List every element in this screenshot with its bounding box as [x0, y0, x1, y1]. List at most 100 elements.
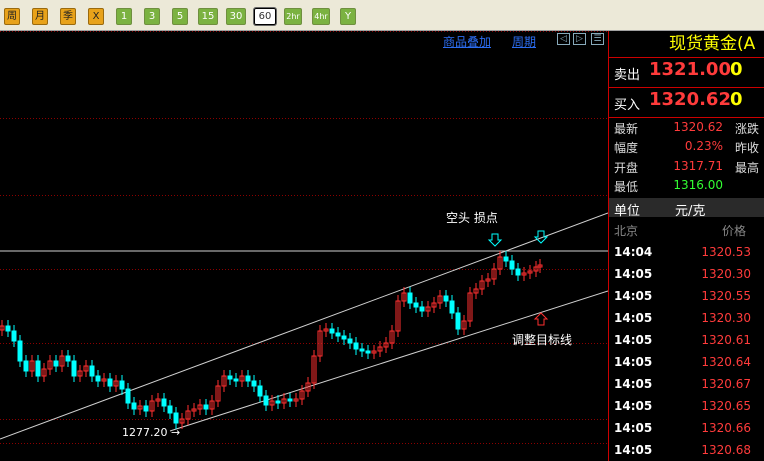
short-stop-annotation: 空头 损点: [446, 211, 498, 225]
tick-time: 14:05: [614, 267, 653, 281]
tick-price: 1320.65: [701, 399, 751, 413]
tick-time: 14:05: [614, 289, 653, 303]
tick-time: 14:05: [614, 377, 653, 391]
period-2hr-button[interactable]: 2hr: [284, 8, 302, 25]
city-label: 北京: [614, 224, 639, 238]
open-label: 开盘: [614, 161, 639, 175]
low-value-label: 1277.20 →: [122, 426, 180, 439]
range-value: 0.23%: [684, 139, 723, 153]
unit-label: 单位: [614, 204, 641, 219]
candle-body: [449, 300, 455, 314]
layout-icon[interactable]: ☰: [591, 33, 604, 45]
tick-time: 14:05: [614, 311, 653, 325]
candle-body: [227, 375, 233, 380]
adjust-target-annotation: 调整目标线: [512, 332, 572, 347]
candle-body: [353, 342, 359, 350]
tick-price: 1320.67: [701, 377, 751, 391]
tick-price: 1320.30: [701, 267, 751, 281]
candle-body: [509, 260, 515, 270]
stop-arrow-icon: [487, 233, 503, 247]
low-value: 1316.00: [673, 178, 723, 192]
candle-body: [347, 338, 353, 344]
tick-time: 14:05: [614, 443, 653, 457]
divider: [609, 57, 764, 58]
period-3-button[interactable]: 3: [144, 8, 160, 25]
buy-label: 买入: [614, 98, 641, 113]
tick-time: 14:05: [614, 421, 653, 435]
period-x-button[interactable]: X: [88, 8, 104, 25]
period-60-button[interactable]: 60: [253, 7, 277, 26]
candle-body: [131, 402, 137, 410]
sell-label: 卖出: [614, 68, 641, 83]
period-1-button[interactable]: 1: [116, 8, 132, 25]
period-toolbar: 周 月 季 X 1 3 5 15 30 60 2hr 4hr Y: [0, 0, 764, 31]
period-30-button[interactable]: 30: [226, 8, 246, 25]
candle-body: [275, 400, 281, 404]
tick-price: 1320.61: [701, 333, 751, 347]
candle-body: [245, 375, 251, 382]
candle-body: [359, 348, 365, 352]
candle-body: [257, 385, 263, 397]
target-arrow-icon: [533, 230, 549, 244]
candle-body: [125, 388, 131, 404]
candle-body: [233, 378, 239, 382]
unit-bar: 单位 元/克: [609, 198, 764, 219]
tick-time: 14:05: [614, 399, 653, 413]
candle-body: [335, 332, 341, 337]
prev-close-label: 昨收: [735, 141, 760, 155]
open-value: 1317.71: [673, 159, 723, 173]
kline-chart[interactable]: 空头 损点调整目标线 1277.20 → 商品叠加 周期 ◁ ▷ ☰: [0, 31, 608, 461]
candle-body: [365, 350, 371, 354]
period-15-button[interactable]: 15: [198, 8, 218, 25]
candle-body: [413, 302, 419, 308]
range-label: 幅度: [614, 141, 639, 155]
scroll-right-icon[interactable]: ▷: [573, 33, 586, 45]
tick-price: 1320.53: [701, 245, 751, 259]
scroll-left-icon[interactable]: ◁: [557, 33, 570, 45]
price-header: 价格: [722, 224, 747, 238]
candle-body: [65, 355, 71, 362]
period-week-button[interactable]: 周: [4, 8, 20, 25]
candle-body: [17, 340, 23, 362]
candle-body: [95, 375, 101, 382]
candle-body: [515, 268, 521, 276]
candle-body: [5, 325, 11, 332]
candle-body: [71, 360, 77, 377]
candle-body: [407, 292, 413, 304]
candle-body: [443, 295, 449, 302]
high-label: 最高: [735, 161, 760, 175]
instrument-title: 现货黄金(A: [669, 34, 756, 54]
candle-body: [263, 395, 269, 406]
period-4hr-button[interactable]: 4hr: [312, 8, 330, 25]
buy-volume: 0: [730, 89, 743, 110]
period-quarter-button[interactable]: 季: [60, 8, 76, 25]
period-5-button[interactable]: 5: [172, 8, 188, 25]
channel-upper-line: [0, 212, 608, 440]
candle-body: [419, 306, 425, 312]
latest-label: 最新: [614, 122, 639, 136]
latest-value: 1320.62: [673, 120, 723, 134]
candle-body: [173, 412, 179, 424]
period-y-button[interactable]: Y: [340, 8, 356, 25]
period-month-button[interactable]: 月: [32, 8, 48, 25]
channel-lower-line: [169, 290, 608, 432]
tick-price: 1320.55: [701, 289, 751, 303]
candle-body: [287, 398, 293, 402]
candle-body: [503, 256, 509, 262]
candle-body: [89, 365, 95, 377]
buy-price: 1320.62: [649, 89, 731, 110]
candle-body: [161, 398, 167, 407]
candle-body: [35, 360, 41, 377]
period-link[interactable]: 周期: [512, 33, 536, 50]
candle-body: [119, 380, 125, 390]
quote-panel: 现货黄金(A 卖出 1321.00 0 买入 1320.62 0 最新 1320…: [608, 31, 764, 461]
tick-time: 14:04: [614, 245, 653, 259]
candle-body: [203, 404, 209, 410]
tick-price: 1320.64: [701, 355, 751, 369]
candle-body: [53, 360, 59, 367]
divider: [609, 87, 764, 88]
tick-price: 1320.66: [701, 421, 751, 435]
tick-price: 1320.30: [701, 311, 751, 325]
overlay-commodity-link[interactable]: 商品叠加: [443, 33, 491, 50]
low-label: 最低: [614, 180, 639, 194]
